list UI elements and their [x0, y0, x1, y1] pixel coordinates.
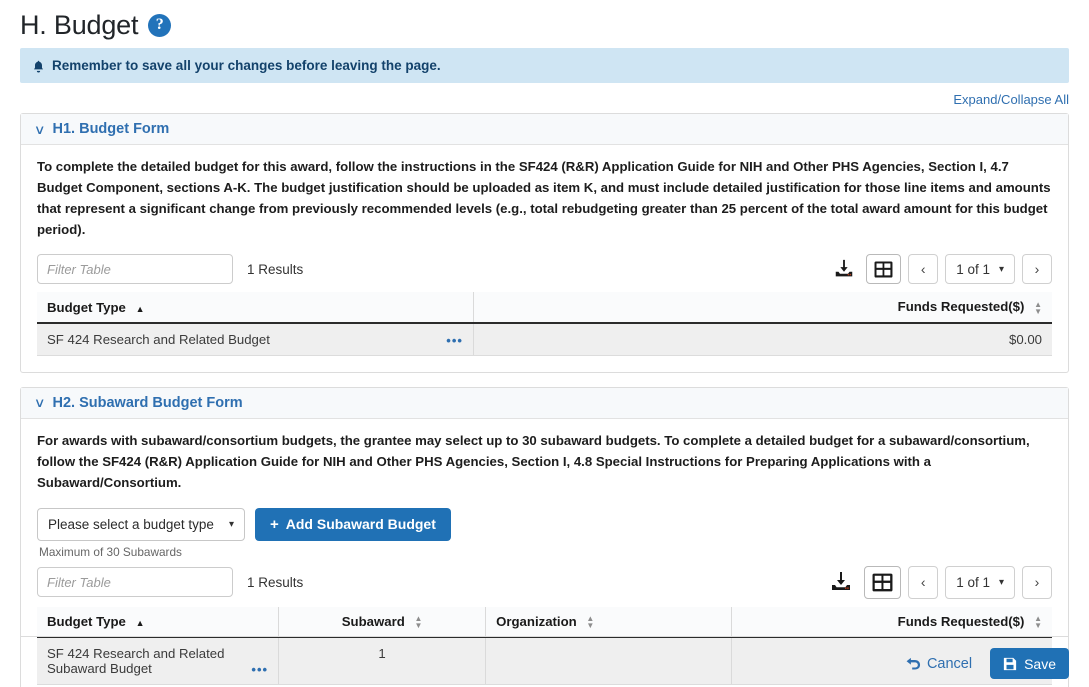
h1-prev-page-button[interactable]: ‹	[908, 254, 938, 284]
h2-table-header-row: Budget Type ▲ Subaward ▲▼ Organization ▲…	[37, 607, 1052, 638]
h2-col-funds-requested[interactable]: Funds Requested($) ▲▼	[731, 607, 1052, 638]
h1-cell-budget-type: SF 424 Research and Related Budget •••	[37, 323, 473, 356]
chevron-down-icon: ▾	[999, 264, 1004, 275]
h1-col-funds-requested-label: Funds Requested($)	[898, 299, 1025, 314]
h2-col-budget-type[interactable]: Budget Type ▲	[37, 607, 279, 638]
h2-col-organization[interactable]: Organization ▲▼	[486, 607, 732, 638]
h2-col-subaward[interactable]: Subaward ▲▼	[279, 607, 486, 638]
h2-toolbar-actions: ‹ 1 of 1 ▾ ›	[825, 566, 1052, 599]
expand-collapse-row: Expand/Collapse All	[0, 83, 1089, 113]
add-subaward-budget-button[interactable]: + Add Subaward Budget	[255, 508, 451, 541]
page-header: H. Budget ?	[0, 0, 1089, 44]
page-title: H. Budget	[20, 10, 138, 41]
alert-text: Remember to save all your changes before…	[52, 58, 441, 73]
budget-page: H. Budget ? Remember to save all your ch…	[0, 0, 1089, 687]
save-label: Save	[1024, 656, 1056, 672]
h1-col-budget-type-label: Budget Type	[47, 300, 126, 315]
h2-instructions: For awards with subaward/consortium budg…	[37, 431, 1052, 494]
h2-results-count: 1 Results	[247, 575, 303, 590]
cancel-button[interactable]: Cancel	[906, 656, 972, 672]
h1-next-page-button[interactable]: ›	[1022, 254, 1052, 284]
section-h1-body: To complete the detailed budget for this…	[21, 145, 1068, 372]
h2-table-toolbar: 1 Results	[37, 566, 1052, 599]
h1-results-count: 1 Results	[247, 262, 303, 277]
bell-icon	[32, 59, 45, 73]
plus-icon: +	[270, 517, 279, 532]
question-circle-icon[interactable]: ?	[148, 14, 171, 37]
h2-prev-page-button[interactable]: ‹	[908, 566, 938, 599]
h2-col-organization-label: Organization	[496, 614, 577, 629]
h1-budget-table: Budget Type ▲ Funds Requested($) ▲▼	[37, 292, 1052, 356]
sort-both-icon: ▲▼	[1034, 301, 1042, 315]
h1-filter-input[interactable]	[37, 254, 233, 284]
section-h2-header[interactable]: ∨ H2. Subaward Budget Form	[21, 388, 1068, 419]
cancel-label: Cancel	[927, 656, 972, 672]
h2-filter-input[interactable]	[37, 567, 233, 597]
h1-page-select[interactable]: 1 of 1 ▾	[945, 254, 1015, 284]
h2-col-funds-requested-label: Funds Requested($)	[898, 614, 1025, 629]
h1-page-label: 1 of 1	[956, 262, 990, 277]
undo-arrow-icon	[906, 656, 921, 671]
table-row[interactable]: SF 424 Research and Related Budget ••• $…	[37, 323, 1052, 356]
chevron-down-icon: ▾	[999, 577, 1004, 588]
budget-type-select-value: Please select a budget type	[48, 517, 214, 532]
section-h1-header[interactable]: ∨ H1. Budget Form	[21, 114, 1068, 145]
row-actions-menu-icon[interactable]: •••	[446, 334, 463, 347]
sort-both-icon: ▲▼	[586, 615, 594, 629]
grid-view-icon[interactable]	[864, 566, 901, 599]
sort-both-icon: ▲▼	[1034, 615, 1042, 629]
chevron-down-icon: ▾	[229, 519, 234, 530]
save-button[interactable]: Save	[990, 648, 1069, 679]
h2-page-label: 1 of 1	[956, 575, 990, 590]
download-icon[interactable]	[825, 567, 857, 597]
h1-table-header-row: Budget Type ▲ Funds Requested($) ▲▼	[37, 292, 1052, 323]
expand-collapse-all-link[interactable]: Expand/Collapse All	[953, 92, 1069, 107]
h2-page-select[interactable]: 1 of 1 ▾	[945, 566, 1015, 599]
section-h2-title: H2. Subaward Budget Form	[53, 395, 243, 411]
chevron-left-icon: ‹	[921, 262, 926, 276]
h1-budget-type-value: SF 424 Research and Related Budget	[47, 332, 270, 347]
add-subaward-budget-label: Add Subaward Budget	[286, 516, 436, 532]
budget-type-select[interactable]: Please select a budget type ▾	[37, 508, 245, 541]
download-icon[interactable]	[829, 254, 859, 284]
form-footer: Cancel Save	[20, 636, 1069, 679]
h1-cell-funds-requested: $0.00	[473, 323, 1052, 356]
h2-next-page-button[interactable]: ›	[1022, 566, 1052, 599]
max-subawards-note: Maximum of 30 Subawards	[39, 545, 1052, 559]
h1-col-funds-requested[interactable]: Funds Requested($) ▲▼	[473, 292, 1052, 323]
chevron-left-icon: ‹	[921, 575, 926, 589]
chevron-right-icon: ›	[1035, 575, 1040, 589]
h2-col-subaward-label: Subaward	[342, 614, 405, 629]
grid-view-icon[interactable]	[866, 254, 901, 284]
h1-table-toolbar: 1 Results	[37, 254, 1052, 284]
floppy-disk-icon	[1003, 657, 1017, 671]
h2-add-subaward-controls: Please select a budget type ▾ + Add Suba…	[37, 508, 1052, 541]
sort-both-icon: ▲▼	[414, 615, 422, 629]
chevron-right-icon: ›	[1035, 262, 1040, 276]
chevron-down-icon: ∨	[34, 396, 46, 409]
sort-ascending-icon: ▲	[136, 304, 145, 314]
h1-col-budget-type[interactable]: Budget Type ▲	[37, 292, 473, 323]
h2-col-budget-type-label: Budget Type	[47, 614, 126, 629]
h1-toolbar-actions: ‹ 1 of 1 ▾ ›	[829, 254, 1052, 284]
sort-ascending-icon: ▲	[136, 618, 145, 628]
section-h1-budget-form: ∨ H1. Budget Form To complete the detail…	[20, 113, 1069, 373]
h1-instructions: To complete the detailed budget for this…	[37, 157, 1052, 240]
chevron-down-icon: ∨	[34, 123, 46, 136]
section-h1-title: H1. Budget Form	[53, 121, 170, 137]
save-reminder-alert: Remember to save all your changes before…	[20, 48, 1069, 83]
